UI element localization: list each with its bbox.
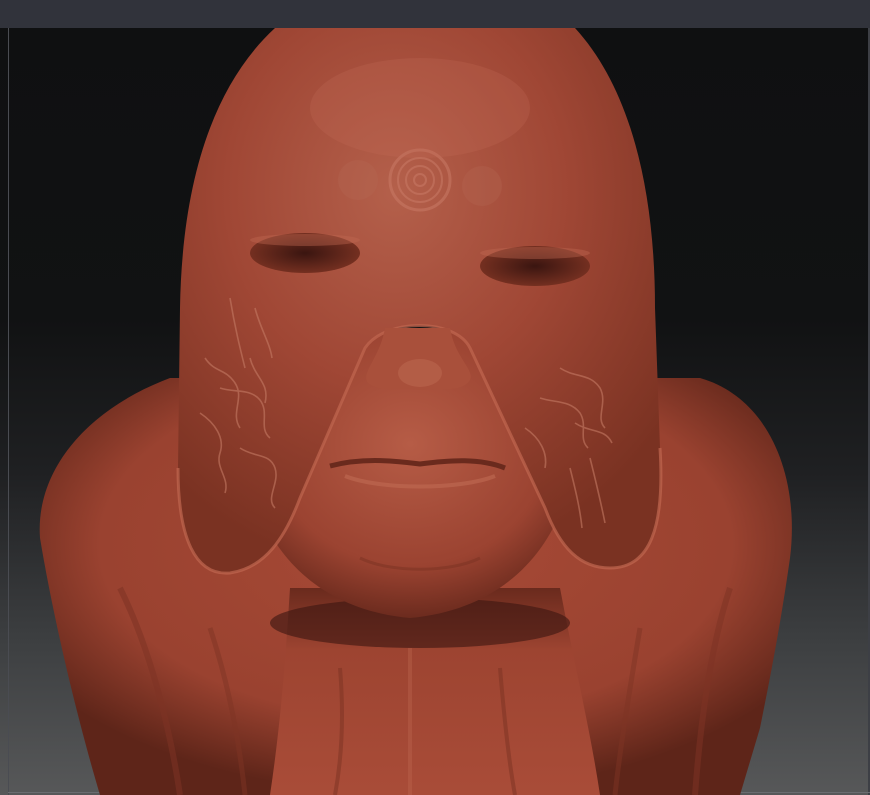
sculpt-model[interactable] — [0, 28, 870, 795]
top-toolbar — [0, 0, 870, 28]
3d-viewport-canvas[interactable] — [0, 28, 870, 795]
sculpt-application — [0, 0, 870, 795]
